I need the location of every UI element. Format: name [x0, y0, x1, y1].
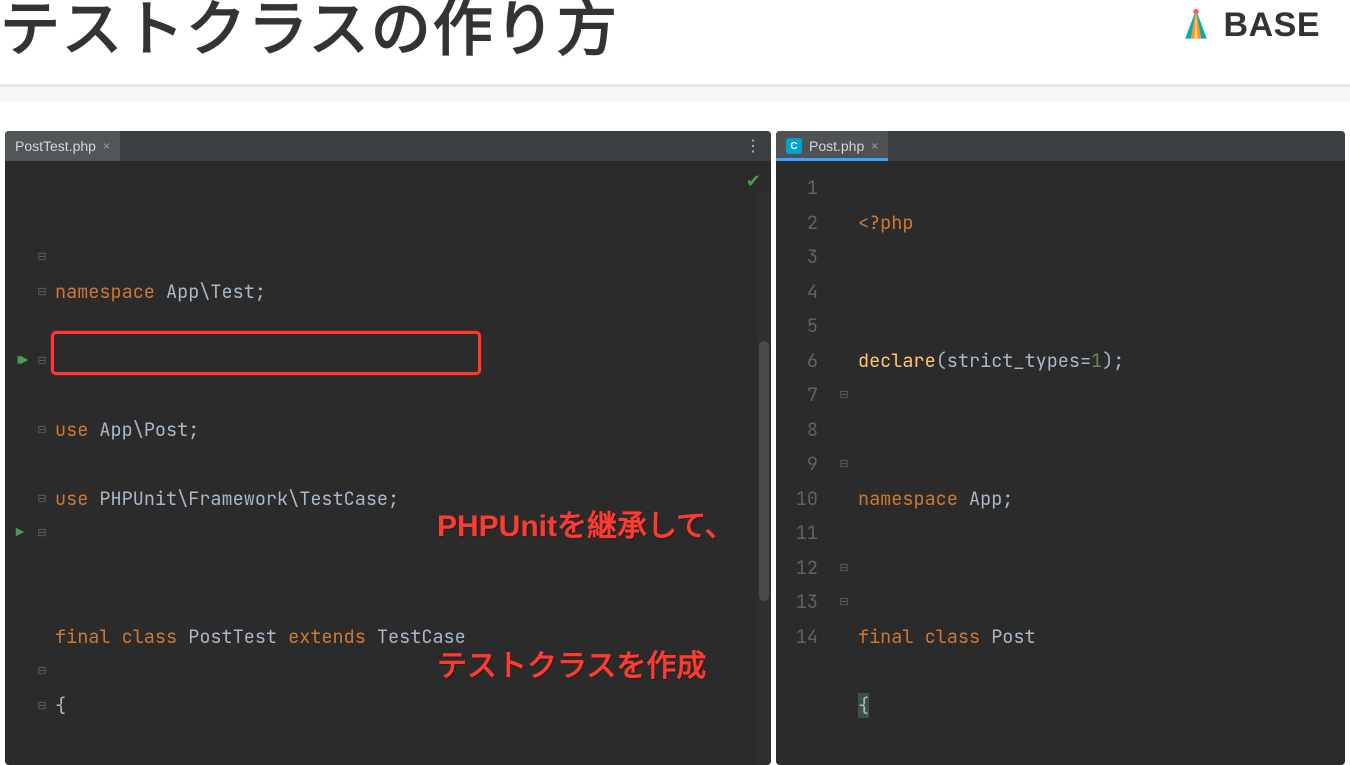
fold-gutter-left: ⊟ ⊟ ⊟ ⊟ ⊟ ⊟ ⊟ ⊟ — [35, 161, 49, 765]
brand-name: BASE — [1224, 6, 1320, 45]
fold-gutter-right: ⊟ ⊟ ⊟ ⊟ — [836, 161, 852, 765]
class-file-icon: C — [786, 138, 802, 154]
fold-icon[interactable]: ⊟ — [35, 240, 49, 275]
fold-icon[interactable]: ⊟ — [35, 689, 49, 724]
fold-icon[interactable]: ⊟ — [836, 551, 852, 586]
tab-posttest-php[interactable]: PostTest.php × — [5, 131, 120, 161]
tab-post-php[interactable]: C Post.php × — [776, 131, 888, 161]
tab-label: PostTest.php — [15, 138, 96, 154]
fold-icon[interactable]: ⊟ — [35, 275, 49, 310]
ide-split-view: PostTest.php × ⋮ ▶▶ ▶ ⊟ ⊟ ⊟ — [0, 101, 1350, 765]
fold-icon[interactable]: ⊟ — [836, 585, 852, 620]
fold-icon[interactable]: ⊟ — [35, 654, 49, 689]
code-area-left[interactable]: ✔ namespace App\Test; use App\Post; use … — [49, 161, 771, 765]
line-number-gutter: 1 2 3 4 5 6 7 8 9 10 11 12 13 14 — [776, 161, 836, 765]
header-separator — [0, 87, 1350, 101]
run-marker-gutter: ▶▶ ▶ — [5, 161, 35, 765]
tab-more-icon[interactable]: ⋮ — [735, 136, 771, 156]
scrollbar[interactable] — [757, 191, 771, 765]
scrollbar-thumb[interactable] — [759, 341, 769, 601]
code-editor-right[interactable]: 1 2 3 4 5 6 7 8 9 10 11 12 13 14 ⊟ ⊟ — [776, 161, 1345, 765]
code-editor-left[interactable]: ▶▶ ▶ ⊟ ⊟ ⊟ ⊟ ⊟ ⊟ ⊟ ⊟ — [5, 161, 771, 765]
run-test-icon[interactable]: ▶ — [5, 516, 35, 551]
close-icon[interactable]: × — [103, 139, 110, 153]
tabbar-left: PostTest.php × ⋮ — [5, 131, 771, 161]
brand: BASE — [1178, 0, 1320, 45]
fold-icon[interactable]: ⊟ — [35, 344, 49, 379]
fold-icon[interactable]: ⊟ — [35, 482, 49, 517]
tab-label: Post.php — [809, 138, 864, 154]
fold-icon[interactable]: ⊟ — [35, 516, 49, 551]
slide-title: テストクラスの作り方 — [0, 0, 619, 60]
fold-icon[interactable]: ⊟ — [836, 447, 852, 482]
run-class-icon[interactable]: ▶▶ — [5, 344, 35, 379]
code-area-right[interactable]: <?php declare(strict_types=1); namespace… — [852, 161, 1345, 765]
editor-pane-left: PostTest.php × ⋮ ▶▶ ▶ ⊟ ⊟ ⊟ — [5, 131, 771, 765]
fold-icon[interactable]: ⊟ — [836, 378, 852, 413]
fold-icon[interactable]: ⊟ — [35, 413, 49, 448]
brand-logo-icon — [1178, 8, 1214, 44]
editor-pane-right: C Post.php × 1 2 3 4 5 6 7 8 9 10 11 12 … — [776, 131, 1345, 765]
tabbar-right: C Post.php × — [776, 131, 1345, 161]
close-icon[interactable]: × — [871, 139, 878, 153]
slide-header: テストクラスの作り方 BASE — [0, 0, 1350, 87]
